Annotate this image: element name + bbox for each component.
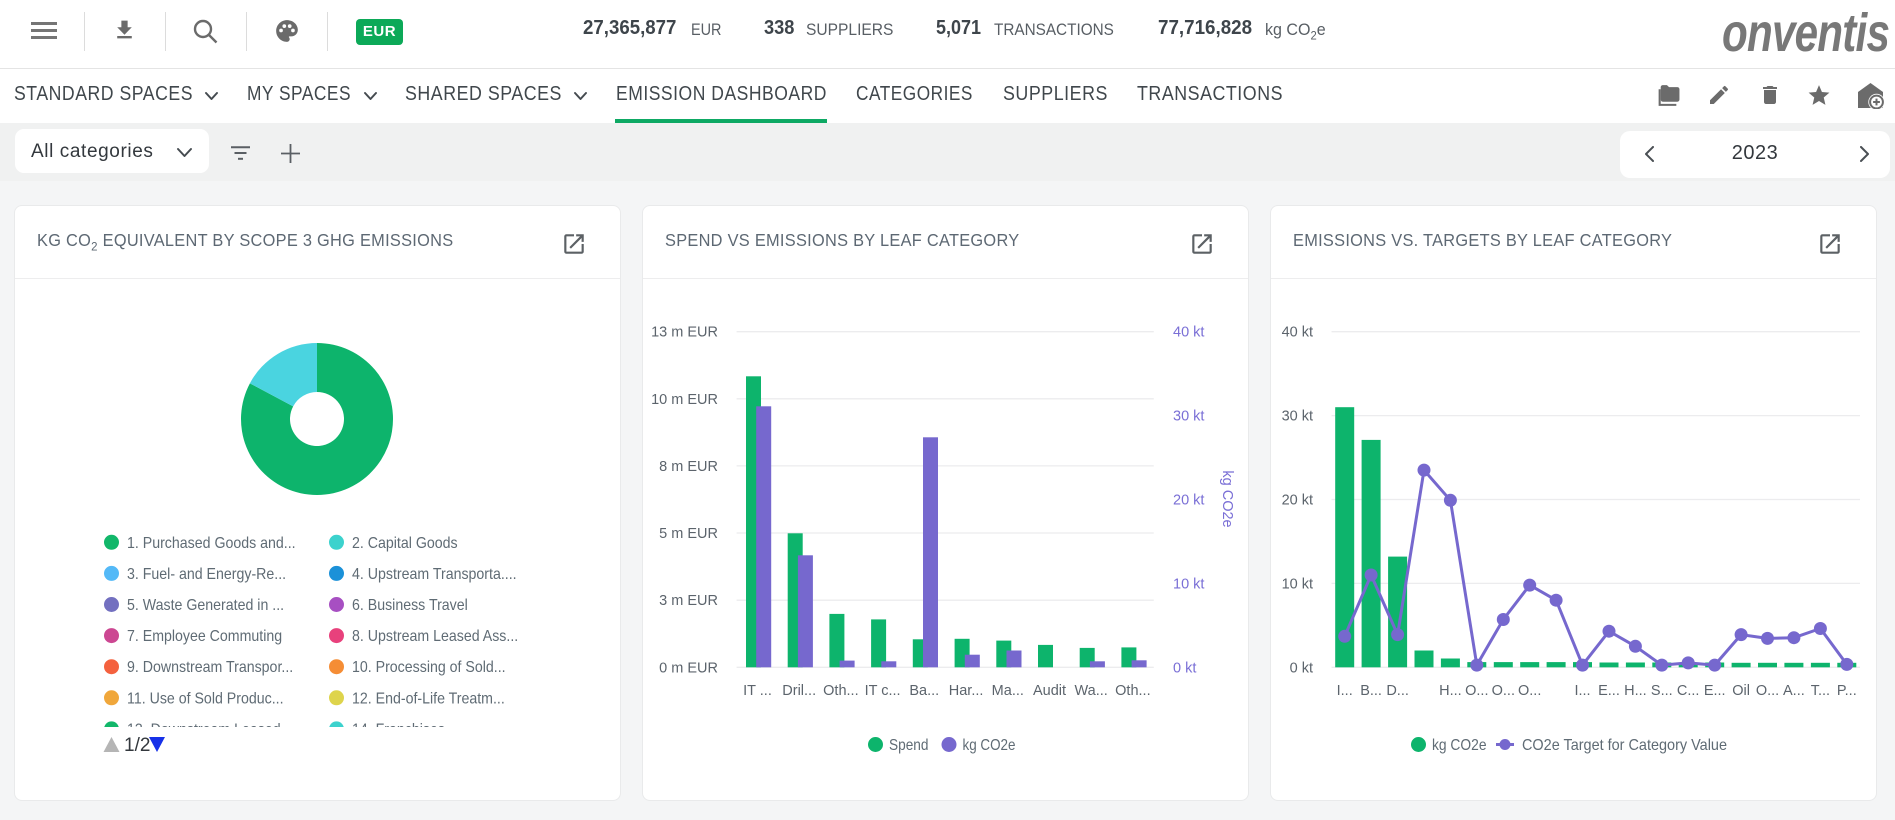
svg-text:13 m EUR: 13 m EUR [651, 325, 718, 341]
svg-text:Wa...: Wa... [1075, 683, 1108, 699]
svg-text:D...: D... [1386, 683, 1409, 699]
svg-text:5 m EUR: 5 m EUR [659, 526, 718, 542]
svg-text:kg CO2e: kg CO2e [1432, 737, 1487, 754]
svg-text:A...: A... [1783, 683, 1805, 699]
svg-text:30 kt: 30 kt [1282, 409, 1313, 425]
svg-text:6. Business Travel: 6. Business Travel [352, 597, 468, 614]
svg-text:1/2: 1/2 [124, 735, 150, 756]
svg-text:P...: P... [1837, 683, 1857, 699]
svg-text:Audit: Audit [1033, 683, 1066, 699]
svg-text:40 kt: 40 kt [1173, 325, 1204, 341]
svg-text:S...: S... [1651, 683, 1673, 699]
svg-text:Ba...: Ba... [909, 683, 939, 699]
svg-text:H...: H... [1439, 683, 1462, 699]
svg-text:8 m EUR: 8 m EUR [659, 459, 718, 475]
svg-text:C...: C... [1677, 683, 1700, 699]
svg-text:B...: B... [1360, 683, 1382, 699]
svg-text:Dril...: Dril... [782, 683, 816, 699]
svg-text:Oth...: Oth... [823, 683, 858, 699]
svg-text:O...: O... [1465, 683, 1488, 699]
svg-text:2. Capital Goods: 2. Capital Goods [352, 535, 458, 552]
svg-text:9. Downstream Transpor...: 9. Downstream Transpor... [127, 659, 293, 676]
svg-text:kg CO2e: kg CO2e [963, 737, 1016, 754]
svg-text:Har...: Har... [949, 683, 984, 699]
svg-text:10 kt: 10 kt [1282, 576, 1313, 592]
svg-text:I...: I... [1574, 683, 1590, 699]
svg-text:IT ...: IT ... [743, 683, 772, 699]
svg-text:O...: O... [1518, 683, 1541, 699]
svg-text:14. Franchises: 14. Franchises [352, 721, 445, 738]
svg-text:Oil: Oil [1732, 683, 1750, 699]
svg-text:CO2e Target for Category Value: CO2e Target for Category Value [1522, 737, 1727, 754]
svg-text:E...: E... [1598, 683, 1620, 699]
svg-text:3. Fuel- and Energy-Re...: 3. Fuel- and Energy-Re... [127, 566, 286, 583]
svg-text:4. Upstream Transporta....: 4. Upstream Transporta.... [352, 566, 517, 583]
svg-text:H...: H... [1624, 683, 1647, 699]
svg-text:5. Waste Generated in ...: 5. Waste Generated in ... [127, 597, 284, 614]
svg-text:Ma...: Ma... [992, 683, 1024, 699]
svg-text:12. End-of-Life Treatm...: 12. End-of-Life Treatm... [352, 690, 505, 707]
svg-text:IT c...: IT c... [865, 683, 901, 699]
svg-text:20 kt: 20 kt [1282, 493, 1313, 509]
svg-text:Oth...: Oth... [1115, 683, 1150, 699]
svg-text:10 kt: 10 kt [1173, 576, 1204, 592]
svg-text:11. Use of Sold Produc...: 11. Use of Sold Produc... [127, 690, 284, 707]
svg-text:20 kt: 20 kt [1173, 493, 1204, 509]
svg-text:Spend: Spend [889, 737, 929, 754]
svg-text:7. Employee Commuting: 7. Employee Commuting [127, 628, 282, 645]
svg-text:3 m EUR: 3 m EUR [659, 593, 718, 609]
svg-text:I...: I... [1337, 683, 1353, 699]
svg-text:1. Purchased Goods and...: 1. Purchased Goods and... [127, 535, 296, 552]
svg-text:0 m EUR: 0 m EUR [659, 660, 718, 676]
svg-text:13. Downstream Leased...: 13. Downstream Leased... [127, 721, 292, 738]
svg-text:0 kt: 0 kt [1173, 660, 1196, 676]
svg-text:10. Processing of Sold...: 10. Processing of Sold... [352, 659, 506, 676]
svg-text:O...: O... [1756, 683, 1779, 699]
svg-text:40 kt: 40 kt [1282, 325, 1313, 341]
svg-text:0 kt: 0 kt [1290, 660, 1313, 676]
svg-text:O...: O... [1492, 683, 1515, 699]
svg-text:E...: E... [1704, 683, 1726, 699]
svg-text:10 m EUR: 10 m EUR [651, 392, 718, 408]
svg-text:T...: T... [1811, 683, 1830, 699]
svg-text:8. Upstream Leased Ass...: 8. Upstream Leased Ass... [352, 628, 518, 645]
svg-text:kg CO2e: kg CO2e [1219, 470, 1235, 527]
svg-text:30 kt: 30 kt [1173, 409, 1204, 425]
